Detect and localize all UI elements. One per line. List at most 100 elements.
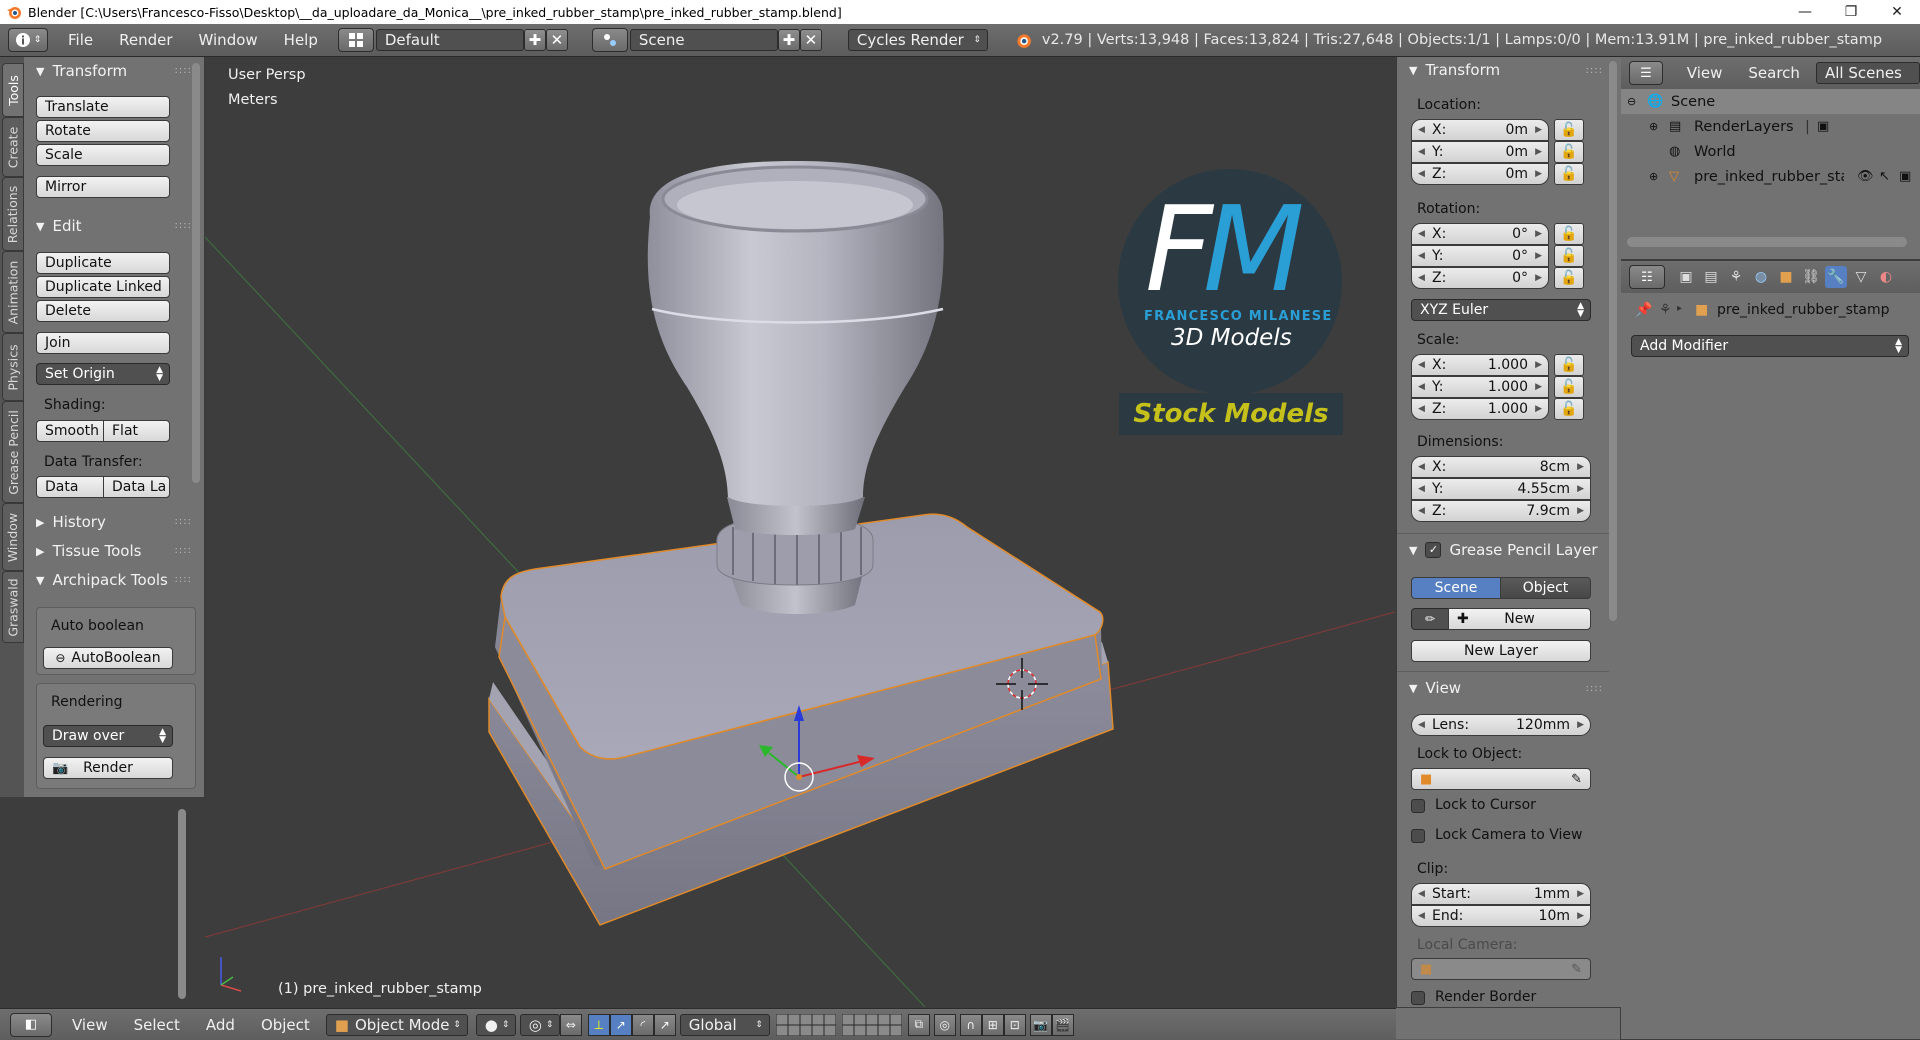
- location-x-field[interactable]: ◀ X: 0m ▶: [1411, 119, 1549, 141]
- proportional-edit-button[interactable]: ◎: [933, 1013, 956, 1036]
- transform-panel-header[interactable]: ▼ Transform: [36, 62, 127, 80]
- location-y-field[interactable]: ◀ Y: 0m ▶: [1411, 141, 1549, 163]
- lock-to-cursor-checkbox[interactable]: [1411, 799, 1425, 813]
- render-border-checkbox[interactable]: [1411, 991, 1425, 1005]
- location-z-field[interactable]: ◀ Z: 0m ▶: [1411, 163, 1549, 185]
- tab-relations[interactable]: Relations: [2, 177, 24, 251]
- menu-file[interactable]: File: [58, 31, 103, 49]
- menu-add[interactable]: Add: [196, 1016, 245, 1034]
- 3d-viewport[interactable]: User Persp Meters (1) pre_inked_rubber_s…: [205, 57, 1395, 1007]
- scale-manipulator-toggle[interactable]: ◜: [631, 1013, 654, 1036]
- npanel-scrollbar[interactable]: [1609, 61, 1617, 621]
- clip-end-field[interactable]: ◀ End: 10m ▶: [1411, 905, 1591, 927]
- duplicate-button[interactable]: Duplicate: [36, 252, 170, 274]
- menu-view[interactable]: View: [62, 1016, 118, 1034]
- snap-toggle[interactable]: ∩: [959, 1013, 982, 1036]
- drag-grip-icon[interactable]: ::::: [175, 545, 192, 556]
- add-modifier-dropdown[interactable]: Add Modifier ▲ ▼: [1631, 335, 1909, 357]
- remove-scene-button[interactable]: ✕: [799, 29, 822, 51]
- grease-pencil-layer-header[interactable]: ▼ ✓ Grease Pencil Layer: [1409, 541, 1598, 559]
- camera-icon[interactable]: ▣: [1899, 169, 1911, 184]
- clip-start-field[interactable]: ◀ Start: 1mm ▶: [1411, 883, 1591, 905]
- archipack-panel-header[interactable]: ▼ Archipack Tools: [36, 571, 168, 589]
- material-tab-icon[interactable]: ◐: [1875, 266, 1897, 288]
- drag-grip-icon[interactable]: ::::: [1586, 683, 1603, 694]
- lock-camera-checkbox[interactable]: [1411, 829, 1425, 843]
- scale-y-field[interactable]: ◀ Y: 1.000 ▶: [1411, 376, 1549, 398]
- dimension-x-field[interactable]: ◀ X: 8cm ▶: [1411, 456, 1591, 478]
- collapse-icon[interactable]: ⊖: [1627, 95, 1636, 108]
- tab-tools[interactable]: Tools: [2, 63, 24, 117]
- drag-grip-icon[interactable]: ::::: [175, 220, 192, 231]
- render-engine-dropdown[interactable]: Cycles Render ⇕: [847, 29, 988, 51]
- constraints-tab-icon[interactable]: ⛓: [1800, 266, 1822, 288]
- orientation-dropdown[interactable]: Global ⇕: [679, 1013, 770, 1036]
- set-origin-dropdown[interactable]: Set Origin ▲ ▼: [36, 363, 170, 385]
- smooth-button[interactable]: Smooth: [36, 420, 104, 442]
- view-panel-header[interactable]: ▼ View: [1409, 679, 1461, 697]
- outliner-display-mode[interactable]: All Scenes: [1815, 62, 1920, 84]
- rotation-y-field[interactable]: ◀ Y: 0° ▶: [1411, 245, 1549, 267]
- combined-manipulator-toggle[interactable]: ↗: [653, 1013, 676, 1036]
- menu-select[interactable]: Select: [124, 1016, 190, 1034]
- render-tab-icon[interactable]: ▣: [1675, 266, 1697, 288]
- menu-help[interactable]: Help: [274, 31, 328, 49]
- outliner-row-object[interactable]: ⊕ ▽ pre_inked_rubber_stan 👁 ↖ ▣: [1621, 164, 1920, 189]
- outliner-row-renderlayers[interactable]: ⊕ ▤ RenderLayers | ▣: [1621, 114, 1920, 139]
- lock-scale-x-button[interactable]: 🔓: [1554, 354, 1584, 376]
- dimension-z-field[interactable]: ◀ Z: 7.9cm ▶: [1411, 500, 1591, 522]
- add-scene-button[interactable]: ✚: [777, 29, 800, 51]
- scene-name-field[interactable]: Scene: [629, 29, 778, 51]
- outliner-editor-type-button[interactable]: ☰: [1629, 61, 1663, 85]
- grease-object-button[interactable]: Object: [1500, 577, 1591, 599]
- tissue-panel-header[interactable]: ▶ Tissue Tools: [36, 542, 141, 560]
- eye-icon[interactable]: 👁: [1857, 169, 1874, 184]
- grease-pencil-checkbox[interactable]: ✓: [1425, 542, 1442, 558]
- scale-x-field[interactable]: ◀ X: 1.000 ▶: [1411, 354, 1549, 376]
- menu-render[interactable]: Render: [109, 31, 182, 49]
- eyedropper-icon[interactable]: ✎: [1571, 772, 1582, 787]
- drag-grip-icon[interactable]: ::::: [1586, 65, 1603, 76]
- expand-icon[interactable]: ⊕: [1649, 120, 1658, 133]
- outliner-view-menu[interactable]: View: [1677, 64, 1733, 82]
- menu-object[interactable]: Object: [251, 1016, 320, 1034]
- npanel-transform-header[interactable]: ▼ Transform: [1409, 61, 1500, 79]
- flat-button[interactable]: Flat: [103, 420, 170, 442]
- layers-group-2-icon[interactable]: [841, 1013, 902, 1036]
- lock-location-x-button[interactable]: 🔓: [1554, 119, 1584, 141]
- scale-button[interactable]: Scale: [36, 144, 170, 166]
- data-layers-button[interactable]: Data La: [103, 476, 170, 498]
- lock-rotation-x-button[interactable]: 🔓: [1554, 223, 1584, 245]
- tab-window[interactable]: Window: [2, 503, 24, 571]
- data-tab-icon[interactable]: ▽: [1850, 266, 1872, 288]
- history-panel-header[interactable]: ▶ History: [36, 513, 106, 531]
- menu-window[interactable]: Window: [189, 31, 268, 49]
- screen-layout-field[interactable]: Default: [375, 29, 524, 51]
- viewport-shading-dropdown[interactable]: ● ⇕: [475, 1013, 516, 1036]
- outliner-search-menu[interactable]: Search: [1738, 64, 1810, 82]
- world-tab-icon[interactable]: ◍: [1750, 266, 1772, 288]
- drag-grip-icon[interactable]: ::::: [175, 65, 192, 76]
- grease-new-button[interactable]: ✚ New: [1448, 608, 1591, 630]
- renderlayer-toggle-icon[interactable]: ▣: [1817, 119, 1829, 134]
- pin-icon[interactable]: 📌: [1635, 302, 1652, 318]
- lock-object-field[interactable]: ■ ✎: [1411, 768, 1591, 790]
- tab-physics[interactable]: Physics: [2, 333, 24, 401]
- snap-target-button[interactable]: ⊡: [1003, 1013, 1026, 1036]
- properties-editor-type-button[interactable]: ☷: [1629, 265, 1665, 289]
- scene-tab-icon[interactable]: ⚘: [1725, 266, 1747, 288]
- manipulator-toggle[interactable]: ⇔: [559, 1013, 582, 1036]
- redo-scrollbar[interactable]: [178, 809, 186, 999]
- minimize-button[interactable]: —: [1782, 0, 1828, 24]
- render-button[interactable]: 📷 Render: [43, 757, 173, 779]
- lock-rotation-y-button[interactable]: 🔓: [1554, 245, 1584, 267]
- rotation-x-field[interactable]: ◀ X: 0° ▶: [1411, 223, 1549, 245]
- rotation-mode-dropdown[interactable]: XYZ Euler ▲ ▼: [1411, 299, 1591, 321]
- outliner-hscrollbar[interactable]: [1627, 237, 1907, 247]
- lock-scale-y-button[interactable]: 🔓: [1554, 376, 1584, 398]
- eyedropper-icon[interactable]: ✎: [1571, 962, 1582, 977]
- rotation-z-field[interactable]: ◀ Z: 0° ▶: [1411, 267, 1549, 289]
- rotate-manipulator-toggle[interactable]: ↗: [609, 1013, 632, 1036]
- cursor-select-icon[interactable]: ↖: [1879, 169, 1890, 184]
- tab-create[interactable]: Create: [2, 117, 24, 177]
